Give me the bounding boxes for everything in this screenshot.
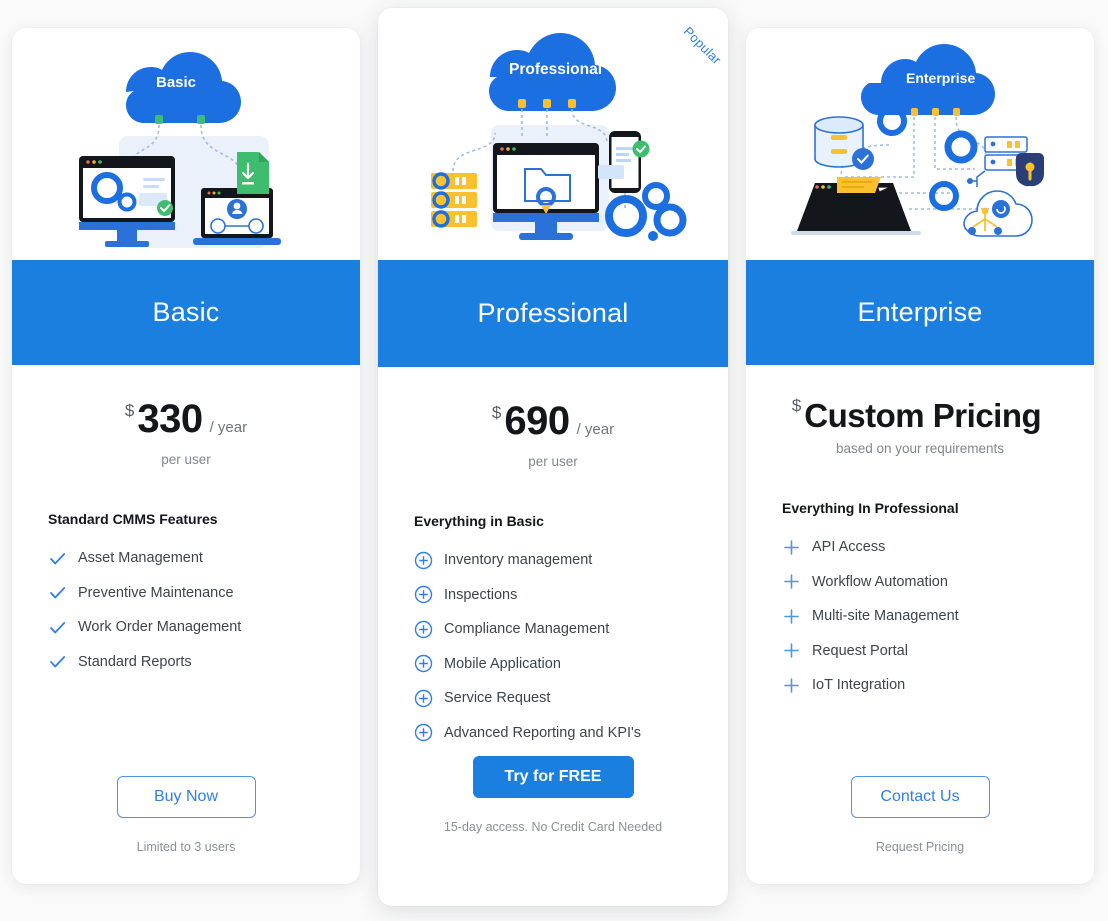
plus-circle-icon — [414, 689, 433, 708]
feature-item: Inventory management — [414, 543, 728, 578]
plan-title-basic: Basic — [12, 260, 360, 365]
plus-icon — [782, 676, 801, 695]
price-block-enterprise: $ Custom Pricing based on your requireme… — [746, 365, 1094, 456]
pricing-card-enterprise[interactable]: Enterprise Enterprise $ Custom Pricing b… — [746, 28, 1094, 884]
illustration-cloud-label: Basic — [156, 74, 196, 91]
feature-label: Service Request — [444, 690, 551, 707]
check-icon — [48, 652, 67, 671]
currency-symbol: $ — [791, 396, 802, 415]
plus-icon — [782, 641, 801, 660]
plus-circle-icon — [414, 551, 433, 570]
cloud-enterprise-illustration: Enterprise — [746, 28, 1094, 260]
features-heading: Everything In Professional — [782, 500, 959, 516]
cta-note: 15-day access. No Credit Card Needed — [443, 820, 663, 834]
plus-circle-icon — [414, 723, 433, 742]
feature-item: Work Order Management — [48, 610, 360, 645]
price-block-professional: $ 690 / year per user — [378, 367, 728, 469]
plan-name: Professional — [477, 298, 629, 328]
illustration-cloud-label: Enterprise — [906, 70, 975, 86]
price-per-user: per user — [161, 452, 211, 467]
check-icon — [48, 549, 67, 568]
plan-title-professional: Professional — [378, 260, 728, 367]
currency-symbol: $ — [124, 401, 135, 420]
price-amount: 330 — [137, 397, 203, 441]
plus-circle-icon — [414, 620, 433, 639]
plus-icon — [782, 538, 801, 557]
feature-item: Standard Reports — [48, 645, 360, 680]
feature-label: Preventive Maintenance — [78, 584, 234, 601]
feature-item: Mobile Application — [414, 647, 728, 682]
feature-label: Standard Reports — [78, 653, 192, 670]
feature-label: Inspections — [444, 586, 518, 603]
plus-circle-icon — [414, 585, 433, 604]
feature-item: Preventive Maintenance — [48, 576, 360, 611]
feature-label: API Access — [812, 539, 886, 556]
price-per-user: based on your requirements — [835, 441, 1005, 456]
feature-label: IoT Integration — [812, 677, 906, 694]
cta-note: Limited to 3 users — [136, 840, 236, 854]
feature-item: Asset Management — [48, 541, 360, 576]
feature-item: Request Portal — [782, 634, 1094, 669]
cloud-basic-illustration: Basic — [12, 28, 360, 260]
cta-zone-basic: Buy Now Limited to 3 users — [12, 776, 360, 854]
feature-item: Service Request — [414, 681, 728, 716]
feature-list-enterprise: Everything In Professional API Access Wo… — [746, 500, 1094, 703]
feature-label: Advanced Reporting and KPI's — [444, 724, 642, 741]
check-icon — [48, 583, 67, 602]
cta-zone-professional: Try for FREE 15-day access. No Credit Ca… — [378, 756, 728, 834]
pricing-card-basic[interactable]: Basic Basic $ 330 / year per user Standa… — [12, 28, 360, 884]
plus-circle-icon — [414, 654, 433, 673]
feature-label: Request Portal — [812, 642, 908, 659]
illustration-cloud-label: Professional — [509, 61, 602, 78]
plan-name: Basic — [152, 297, 220, 327]
feature-label: Inventory management — [444, 552, 593, 569]
feature-label: Mobile Application — [444, 655, 561, 672]
cta-zone-enterprise: Contact Us Request Pricing — [746, 776, 1094, 854]
plan-name: Enterprise — [857, 297, 983, 327]
plus-icon — [782, 607, 801, 626]
pricing-plans-page: Basic Basic $ 330 / year per user Standa… — [0, 0, 1108, 921]
price-period: / year — [209, 419, 248, 436]
pricing-card-professional[interactable]: Popular Professional Professional $ 690 … — [378, 8, 728, 906]
feature-item: Workflow Automation — [782, 565, 1094, 600]
contact-us-button[interactable]: Contact Us — [850, 776, 990, 818]
buy-now-button[interactable]: Buy Now — [116, 776, 256, 818]
price-block-basic: $ 330 / year per user — [12, 365, 360, 467]
price-line: $ 330 / year — [12, 399, 360, 439]
cta-note: Request Pricing — [875, 840, 965, 854]
feature-label: Compliance Management — [444, 621, 610, 638]
price-period: / year — [576, 421, 615, 438]
feature-list-professional: Everything in Basic Inventory management… — [378, 513, 728, 750]
check-icon — [48, 618, 67, 637]
feature-label: Work Order Management — [78, 619, 242, 636]
feature-list-basic: Standard CMMS Features Asset Management … — [12, 511, 360, 679]
try-for-free-button[interactable]: Try for FREE — [472, 756, 634, 798]
feature-item: API Access — [782, 530, 1094, 565]
plan-title-enterprise: Enterprise — [746, 260, 1094, 365]
price-amount: 690 — [504, 399, 570, 443]
price-amount: Custom Pricing — [804, 397, 1042, 434]
feature-item: Advanced Reporting and KPI's — [414, 716, 728, 751]
price-line: $ Custom Pricing — [746, 396, 1094, 434]
features-heading: Everything in Basic — [414, 513, 544, 529]
price-line: $ 690 / year — [378, 401, 728, 441]
plus-icon — [782, 572, 801, 591]
cloud-professional-illustration: Professional — [378, 8, 728, 260]
currency-symbol: $ — [491, 403, 502, 422]
feature-label: Workflow Automation — [812, 573, 948, 590]
feature-label: Asset Management — [78, 550, 203, 567]
feature-item: Inspections — [414, 578, 728, 613]
feature-label: Multi-site Management — [812, 608, 959, 625]
price-per-user: per user — [528, 454, 578, 469]
feature-item: IoT Integration — [782, 668, 1094, 703]
features-heading: Standard CMMS Features — [48, 511, 218, 527]
feature-item: Multi-site Management — [782, 599, 1094, 634]
feature-item: Compliance Management — [414, 612, 728, 647]
